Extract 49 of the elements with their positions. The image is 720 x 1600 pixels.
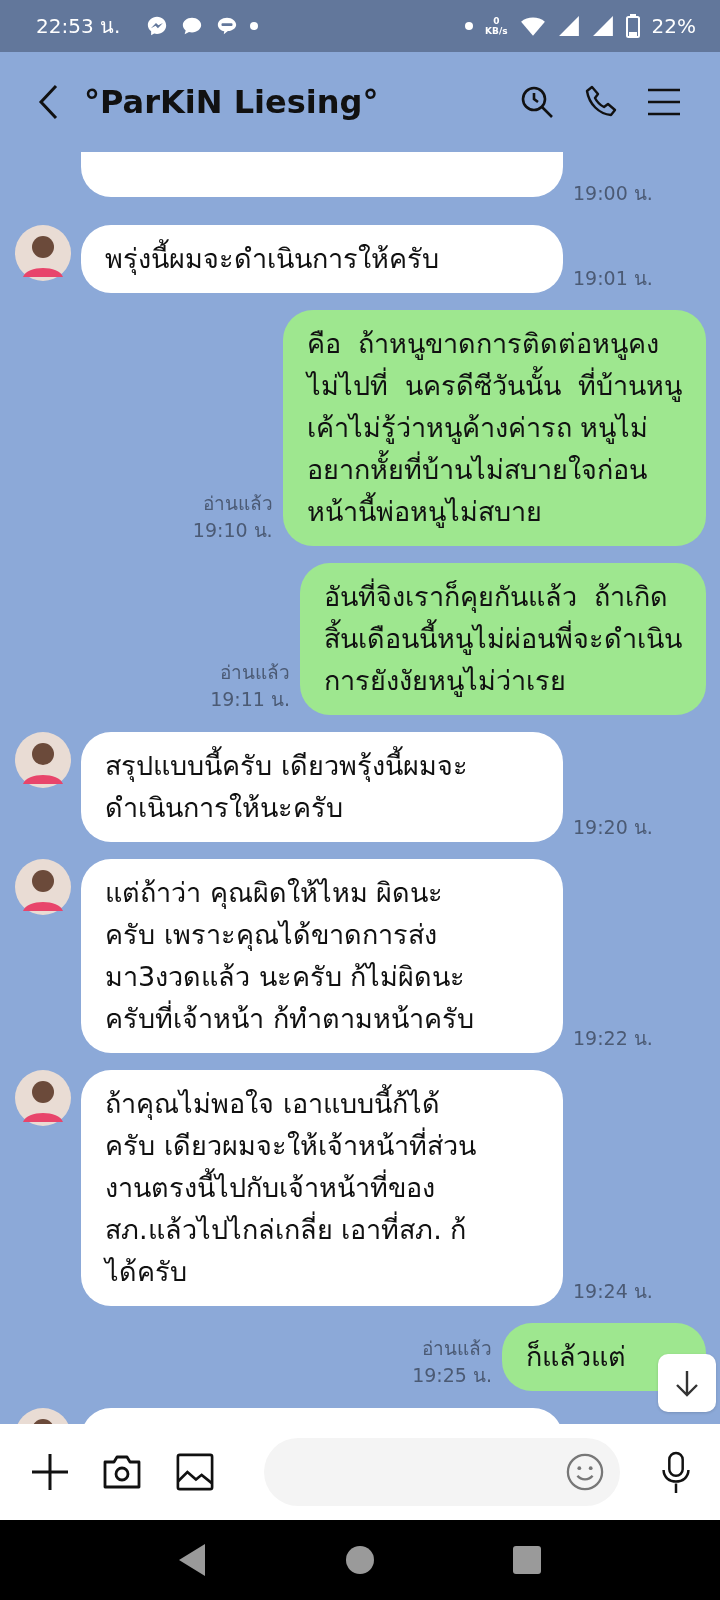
home-nav-icon[interactable] xyxy=(346,1546,374,1574)
avatar xyxy=(15,225,71,281)
menu-icon[interactable] xyxy=(648,88,680,116)
message-time: 19:24 น. xyxy=(573,1279,653,1304)
avatar xyxy=(15,1070,71,1126)
search-history-icon[interactable] xyxy=(520,85,554,119)
signal-icon xyxy=(557,15,580,37)
read-receipt: อ่านแล้ว xyxy=(202,491,273,516)
message-text: ถ้าคุณไม่พอใจ เอาแบบนี้ก้ได้ ครับ เดียวผมจะให้เจ้าหน้าที่ส่วน งานตรงนี้ไปกับเจ้าหน้าที่ของ สภ.แล้วไปไกล่เกลี่ย เอาที่สภ. ก้ ได้ครับ xyxy=(105,1083,539,1293)
status-time: 22:53 น. xyxy=(36,13,121,40)
scroll-down-button[interactable] xyxy=(658,1354,716,1412)
message-text: อันที่จิงเราก็คุยกันแล้ว ถ้าเกิด สิ้นเดือนนี้หนูไม่ผ่อนพี่จะดำเนิน การยังงัยหนูไม่ว่าเรย xyxy=(324,576,682,702)
message-text: คือ ถ้าหนูขาดการติดต่อหนูคง ไม่ไปที่ นครดีซีวันนั้น ที่บ้านหนู เค้าไม่รู้ว่าหนูค้างค่ารถ หนูไม่ อยากหั้ยที่บ้านไม่สบายใจก่อน หน้านี้พ่อหนูไม่สบาย xyxy=(306,327,682,530)
message-time: 19:22 น. xyxy=(573,1026,653,1051)
plus-icon[interactable] xyxy=(32,1454,68,1490)
message-text: ก็แล้วแต่ xyxy=(526,1339,626,1374)
avatar xyxy=(15,859,71,915)
message-time: 19:10 น. xyxy=(192,518,273,543)
down-arrow-icon xyxy=(675,1369,699,1397)
image-icon[interactable] xyxy=(176,1453,214,1491)
net-speed-unit: KB/s xyxy=(485,26,508,36)
recents-nav-icon[interactable] xyxy=(512,1546,541,1574)
camera-icon[interactable] xyxy=(102,1454,142,1490)
wifi-icon xyxy=(519,15,546,37)
chat-title: °ParKiN Liesing° xyxy=(84,83,379,121)
message-time: 19:01 น. xyxy=(573,266,653,291)
message-time: 19:00 น. xyxy=(573,181,653,206)
message-time: 19:25 น. xyxy=(412,1363,492,1388)
message-time: 19:20 น. xyxy=(573,815,653,840)
read-receipt: อ่านแล้ว xyxy=(220,660,290,685)
notification-dot-icon xyxy=(250,22,259,30)
message-text: พรุ่งนี้ผมจะดำเนินการให้ครับ xyxy=(105,238,539,280)
phone-icon[interactable] xyxy=(584,85,618,119)
battery-percent: 22% xyxy=(651,14,696,38)
emoji-icon[interactable] xyxy=(566,1453,604,1491)
net-speed-value: 0 xyxy=(493,16,500,26)
speech-bubble-icon xyxy=(216,15,239,37)
battery-icon xyxy=(625,14,640,38)
avatar xyxy=(15,732,71,788)
message-text: สรุปแบบนี้ครับ เดียวพรุ้งนี้ผมจะ ดำเนินการให้นะครับ xyxy=(105,745,539,829)
back-icon[interactable] xyxy=(38,84,58,120)
message-time: 19:11 น. xyxy=(210,687,290,712)
back-nav-icon[interactable] xyxy=(179,1544,208,1576)
notification-dot-icon xyxy=(465,22,474,30)
microphone-icon[interactable] xyxy=(660,1451,692,1493)
signal-icon xyxy=(591,15,614,37)
read-receipt: อ่านแล้ว xyxy=(422,1336,492,1361)
message-text: แต่ถ้าว่า คุณผิดให้ไหม ผิดนะ ครับ เพราะคุณได้ขาดการส่ง มา3งวดแล้ว นะครับ ก้ไม่ผิดนะ ครับที่เจ้าหน้า ก้ทำตามหน้าครับ xyxy=(105,876,475,1036)
messenger-icon xyxy=(146,15,169,37)
